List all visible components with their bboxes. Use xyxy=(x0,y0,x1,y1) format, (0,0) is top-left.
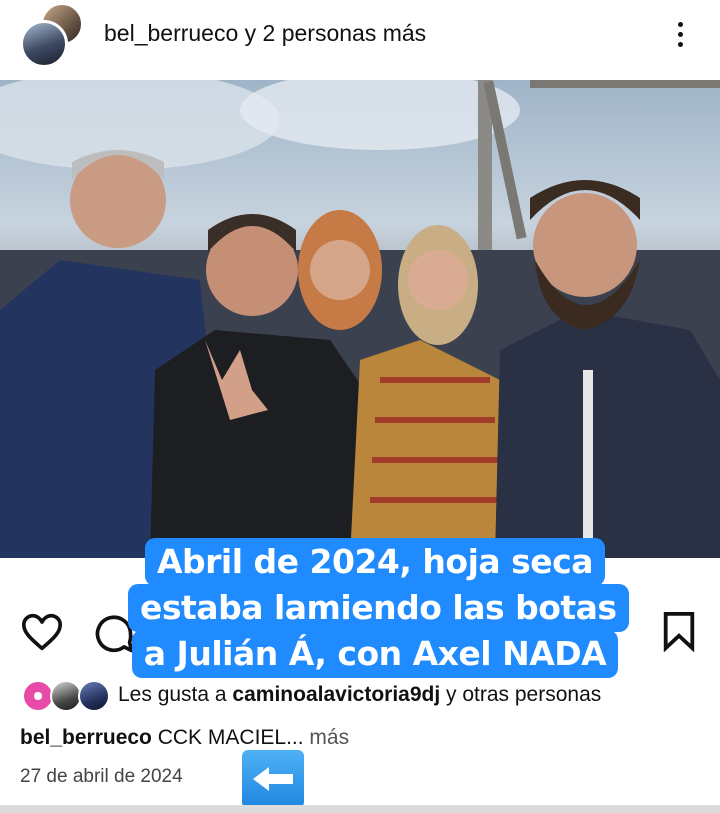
photo-illustration xyxy=(0,80,720,558)
post-author[interactable]: bel_berrueco y 2 personas más xyxy=(104,20,426,47)
caption-text: CCK MACIEL... xyxy=(151,726,304,749)
bottom-divider xyxy=(0,805,720,813)
post-date: 27 de abril de 2024 xyxy=(20,766,183,787)
caption-more-link[interactable]: más xyxy=(304,726,349,749)
likes-text[interactable]: Les gusta a caminoalavictoria9dj y otras… xyxy=(118,683,601,707)
liker-username[interactable]: caminoalavictoria9dj xyxy=(232,683,440,706)
left-arrow-emoji-icon xyxy=(242,750,304,808)
likes-row[interactable]: Les gusta a caminoalavictoria9dj y otras… xyxy=(20,680,720,712)
likes-suffix[interactable]: y otras personas xyxy=(440,683,601,706)
likers-avatars[interactable] xyxy=(22,680,112,712)
collab-text[interactable]: y 2 personas más xyxy=(238,20,427,46)
overlay-caption-line: estaba lamiendo las botas xyxy=(128,584,629,632)
author-username[interactable]: bel_berrueco xyxy=(104,20,238,46)
likes-prefix: Les gusta a xyxy=(118,683,233,706)
overlay-caption-line: Abril de 2024, hoja seca xyxy=(145,538,605,586)
overlay-caption-line: a Julián Á, con Axel NADA xyxy=(131,630,619,678)
collab-avatars[interactable] xyxy=(20,2,90,68)
avatar xyxy=(78,680,110,712)
caption-username[interactable]: bel_berrueco xyxy=(20,726,152,749)
post-header: bel_berrueco y 2 personas más xyxy=(0,0,720,72)
post-photo[interactable] xyxy=(0,80,720,558)
overlay-caption: Abril de 2024, hoja seca estaba lamiendo… xyxy=(128,524,629,680)
avatar[interactable] xyxy=(20,20,68,68)
bookmark-icon[interactable] xyxy=(660,610,698,652)
more-options-icon[interactable] xyxy=(664,14,696,54)
heart-icon[interactable] xyxy=(20,612,64,652)
post-caption: bel_berrueco CCK MACIEL... más xyxy=(20,726,349,750)
